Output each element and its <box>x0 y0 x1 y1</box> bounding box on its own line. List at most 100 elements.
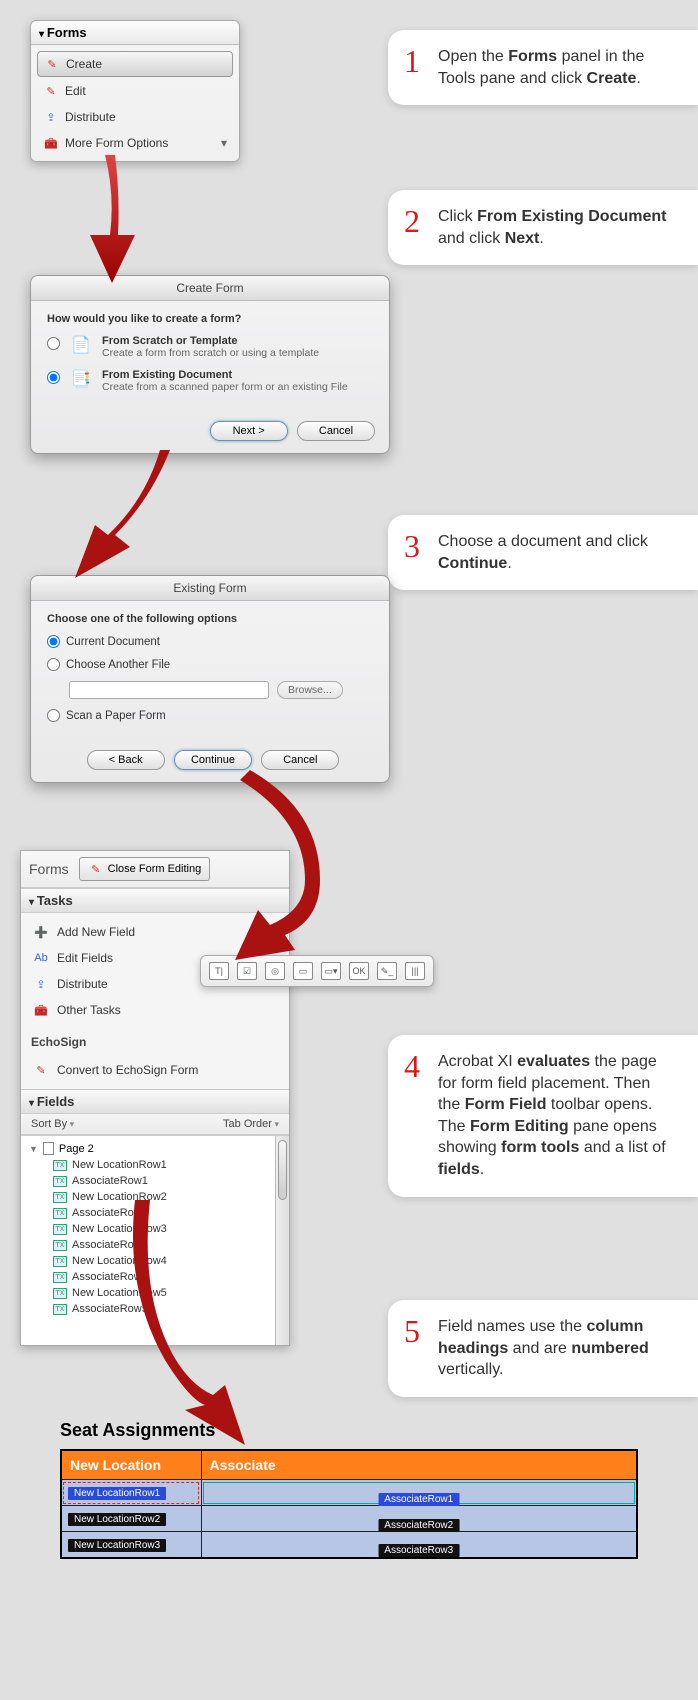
dropdown-tool-icon[interactable]: ▭▾ <box>321 962 341 980</box>
dialog-title: Existing Form <box>31 576 389 601</box>
distribute-icon: ⇪ <box>33 976 49 992</box>
table-row: New LocationRow3 AssociateRow3 <box>61 1532 637 1558</box>
form-editing-pane: Forms ✎ Close Form Editing Tasks ➕Add Ne… <box>20 850 290 1346</box>
back-button[interactable]: < Back <box>87 750 165 770</box>
step-5-callout: 5 Field names use the column headings an… <box>388 1300 698 1397</box>
radio-from-existing[interactable] <box>47 371 60 384</box>
sort-by-dropdown[interactable]: Sort By <box>31 1118 74 1130</box>
seat-assignments: Seat Assignments New Location Associate … <box>60 1420 638 1559</box>
tree-page-node[interactable]: ▼ Page 2 <box>21 1140 289 1157</box>
step-number: 5 <box>404 1310 420 1353</box>
forms-panel-header[interactable]: Forms <box>31 21 239 45</box>
forms-item-create[interactable]: ✎ Create <box>37 51 233 77</box>
radio-tool-icon[interactable]: ◎ <box>265 962 285 980</box>
dialog-question: Choose one of the following options <box>47 613 373 625</box>
field-tree-item[interactable]: TXNew LocationRow3 <box>49 1221 289 1237</box>
checkbox-tool-icon[interactable]: ☑ <box>237 962 257 980</box>
seat-title: Seat Assignments <box>60 1420 638 1441</box>
field-tree-item[interactable]: TXAssociateRow3 <box>49 1237 289 1253</box>
field-tree-item[interactable]: TXNew LocationRow1 <box>49 1157 289 1173</box>
field-tree-item[interactable]: TXAssociateRow1 <box>49 1173 289 1189</box>
step-number: 4 <box>404 1045 420 1088</box>
create-form-dialog: Create Form How would you like to create… <box>30 275 390 454</box>
task-other[interactable]: 🧰Other Tasks <box>25 997 285 1023</box>
col-new-location: New Location <box>61 1450 201 1480</box>
field-tree: ▼ Page 2 TXNew LocationRow1TXAssociateRo… <box>21 1135 289 1345</box>
existing-form-dialog: Existing Form Choose one of the followin… <box>30 575 390 783</box>
create-icon: ✎ <box>44 56 60 72</box>
step-number: 2 <box>404 200 420 243</box>
field-new-location-1[interactable]: New LocationRow1 <box>68 1487 166 1500</box>
text-field-icon: TX <box>53 1224 67 1235</box>
pane-title: Forms <box>29 861 69 877</box>
option-from-scratch[interactable]: 📄 From Scratch or Template Create a form… <box>47 335 373 359</box>
radio-scan-paper[interactable] <box>47 709 60 722</box>
tab-order-dropdown[interactable]: Tab Order <box>223 1118 279 1130</box>
cancel-button[interactable]: Cancel <box>297 421 375 441</box>
field-tree-item[interactable]: TXNew LocationRow4 <box>49 1253 289 1269</box>
field-new-location-2[interactable]: New LocationRow2 <box>68 1513 166 1526</box>
field-tree-item[interactable]: TXAssociateRow4 <box>49 1269 289 1285</box>
dialog-question: How would you like to create a form? <box>47 313 373 325</box>
distribute-icon: ⇪ <box>43 109 59 125</box>
forms-item-distribute[interactable]: ⇪ Distribute <box>37 105 233 129</box>
field-associate-3[interactable]: AssociateRow3 <box>378 1544 459 1557</box>
seat-table: New Location Associate New LocationRow1 … <box>60 1449 638 1559</box>
option-choose-another[interactable]: Choose Another File <box>47 658 373 671</box>
echosign-icon: ✎ <box>33 1062 49 1078</box>
text-field-icon: TX <box>53 1192 67 1203</box>
field-new-location-3[interactable]: New LocationRow3 <box>68 1539 166 1552</box>
forms-item-more-options[interactable]: 🧰 More Form Options ▾ <box>37 131 233 155</box>
option-scan-paper[interactable]: Scan a Paper Form <box>47 709 373 722</box>
col-associate: Associate <box>201 1450 637 1480</box>
text-field-icon: TX <box>53 1304 67 1315</box>
echosign-label: EchoSign <box>21 1029 289 1051</box>
option-current-document[interactable]: Current Document <box>47 635 373 648</box>
step-2-callout: 2 Click From Existing Document and click… <box>388 190 698 265</box>
text-field-tool-icon[interactable]: T| <box>209 962 229 980</box>
arrow-icon <box>60 450 200 590</box>
continue-button[interactable]: Continue <box>174 750 252 770</box>
form-field-toolbar: T| ☑ ◎ ▭ ▭▾ OK ✎_ ||| <box>200 955 434 987</box>
edit-icon: ✎ <box>43 83 59 99</box>
cancel-button[interactable]: Cancel <box>261 750 339 770</box>
radio-from-scratch[interactable] <box>47 337 60 350</box>
text-field-icon: TX <box>53 1288 67 1299</box>
barcode-tool-icon[interactable]: ||| <box>405 962 425 980</box>
button-tool-icon[interactable]: OK <box>349 962 369 980</box>
table-row: New LocationRow2 AssociateRow2 <box>61 1506 637 1532</box>
forms-item-edit[interactable]: ✎ Edit <box>37 79 233 103</box>
toolbox-icon: 🧰 <box>33 1002 49 1018</box>
field-tree-item[interactable]: TXNew LocationRow5 <box>49 1285 289 1301</box>
table-row: New LocationRow1 AssociateRow1 <box>61 1480 637 1506</box>
tree-toggle-icon[interactable]: ▼ <box>29 1144 38 1154</box>
step-4-callout: 4 Acrobat XI evaluates the page for form… <box>388 1035 698 1197</box>
file-path-input[interactable] <box>69 681 269 699</box>
tasks-header[interactable]: Tasks <box>21 888 289 913</box>
convert-echosign[interactable]: ✎Convert to EchoSign Form <box>25 1057 285 1083</box>
radio-choose-another[interactable] <box>47 658 60 671</box>
field-tree-item[interactable]: TXAssociateRow5 <box>49 1301 289 1317</box>
browse-button[interactable]: Browse... <box>277 681 343 699</box>
scrollbar-thumb[interactable] <box>278 1140 287 1200</box>
listbox-tool-icon[interactable]: ▭ <box>293 962 313 980</box>
text-field-icon: TX <box>53 1272 67 1283</box>
signature-tool-icon[interactable]: ✎_ <box>377 962 397 980</box>
field-associate-1[interactable]: AssociateRow1 <box>378 1493 459 1506</box>
fields-header[interactable]: Fields <box>21 1089 289 1114</box>
close-form-editing-button[interactable]: ✎ Close Form Editing <box>79 857 211 881</box>
field-tree-item[interactable]: TXNew LocationRow2 <box>49 1189 289 1205</box>
scratch-icon: 📄 <box>68 335 94 355</box>
step-3-callout: 3 Choose a document and click Continue. <box>388 515 698 590</box>
page-icon <box>43 1142 54 1155</box>
task-add-new-field[interactable]: ➕Add New Field <box>25 919 285 945</box>
field-tree-item[interactable]: TXAssociateRow2 <box>49 1205 289 1221</box>
next-button[interactable]: Next > <box>210 421 288 441</box>
field-associate-2[interactable]: AssociateRow2 <box>378 1519 459 1532</box>
scrollbar[interactable] <box>275 1136 289 1345</box>
text-field-icon: TX <box>53 1240 67 1251</box>
radio-current-document[interactable] <box>47 635 60 648</box>
forms-panel: Forms ✎ Create ✎ Edit ⇪ Distribute 🧰 Mor… <box>30 20 240 162</box>
option-from-existing[interactable]: 📑 From Existing Document Create from a s… <box>47 369 373 393</box>
step-1-callout: 1 Open the Forms panel in the Tools pane… <box>388 30 698 105</box>
